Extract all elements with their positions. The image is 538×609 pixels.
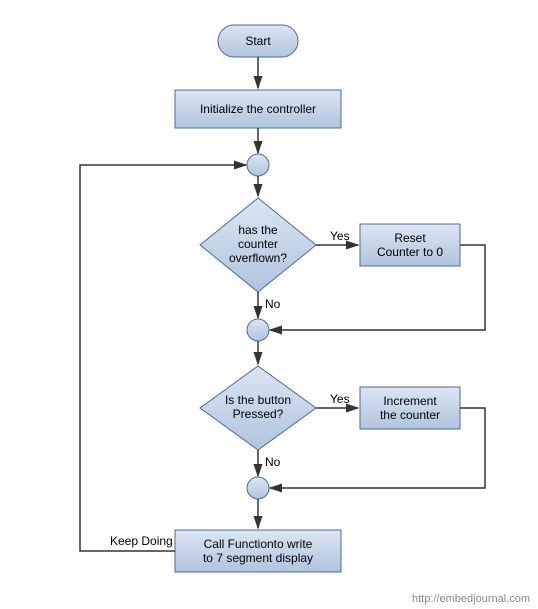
d2-yes-label: Yes	[330, 392, 350, 406]
d2-label-2: Pressed?	[233, 407, 284, 421]
connector-c2	[247, 319, 269, 341]
edge-write-c1	[80, 165, 246, 551]
d1-label-1: has the	[238, 223, 278, 237]
d1-no-label: No	[265, 297, 281, 311]
d2-no-label: No	[265, 455, 281, 469]
reset-label-2: Counter to 0	[377, 245, 443, 259]
inc-label-2: the counter	[380, 408, 440, 422]
start-label: Start	[245, 34, 271, 48]
watermark-text: http://embedjournal.com	[412, 593, 530, 605]
init-label: Initialize the controller	[200, 102, 316, 116]
d2-label-1: Is the button	[225, 393, 291, 407]
connector-c3	[247, 477, 269, 499]
inc-label-1: Increment	[383, 394, 437, 408]
d1-label-3: overflown?	[229, 251, 287, 265]
d1-yes-label: Yes	[330, 229, 350, 243]
d1-label-2: counter	[238, 237, 278, 251]
write-label-2: to 7 segment display	[203, 551, 313, 565]
write-label-1: Call Functionto write	[204, 537, 313, 551]
keep-doing-label: Keep Doing	[110, 534, 173, 548]
connector-c1	[247, 154, 269, 176]
reset-label-1: Reset	[394, 231, 426, 245]
